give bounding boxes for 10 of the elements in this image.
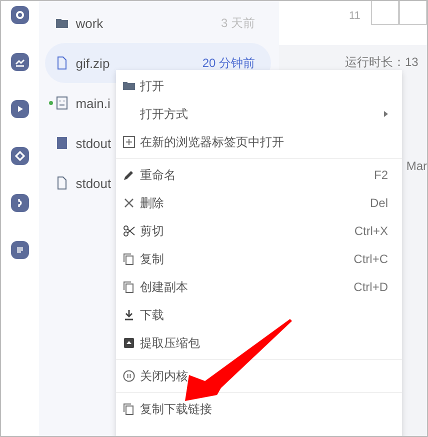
row-number: 11 [349, 10, 362, 24]
runtime-label: 运行时长：13 [345, 54, 420, 71]
file-name: work [76, 16, 104, 30]
file-time: 3 天前 [220, 14, 255, 32]
file-name: main.i [76, 96, 110, 110]
column-text: Mar [406, 159, 427, 173]
file-name: stdout [76, 176, 112, 190]
file-name: gif.zip [76, 56, 110, 70]
file-name: stdout [76, 136, 112, 150]
file-time: 20 分钟前 [202, 54, 255, 72]
